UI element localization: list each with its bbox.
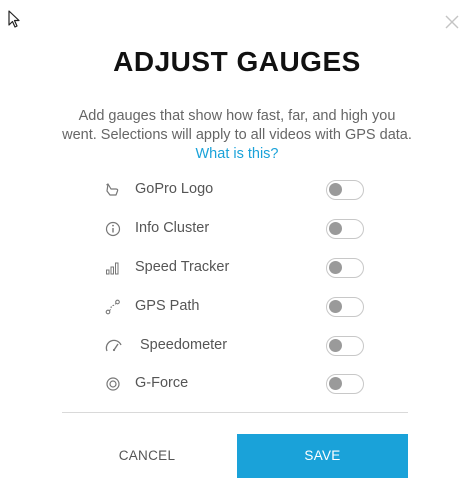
toggle-knob [329,300,342,313]
bar-chart-icon [106,262,119,275]
mouse-cursor-icon [8,10,20,28]
info-cluster-toggle[interactable] [326,219,364,239]
gauge-label: Speed Tracker [135,259,230,275]
what-is-this-link[interactable]: What is this? [196,145,279,164]
target-icon [106,377,120,391]
dialog-title: ADJUST GAUGES [113,46,361,77]
save-button[interactable]: SAVE [237,434,408,478]
cancel-button[interactable]: CANCEL [62,434,232,478]
toggle-knob [329,339,342,352]
adjust-gauges-dialog: ADJUST GAUGES Add gauges that show how f… [0,0,474,503]
gauge-row-info-cluster: Info Cluster [100,216,370,242]
gauge-row-g-force: G-Force [100,371,370,397]
gauge-label: GoPro Logo [135,181,214,197]
footer-divider [62,412,408,413]
gopro-logo-toggle[interactable] [326,180,364,200]
toggle-knob [329,222,342,235]
gauge-label: G-Force [135,375,189,391]
gauge-label: GPS Path [135,298,200,314]
toggle-knob [329,261,342,274]
close-icon[interactable] [442,12,462,32]
toggle-knob [329,183,342,196]
speedometer-toggle[interactable] [326,336,364,356]
dialog-description: Add gauges that show how fast, far, and … [60,107,414,164]
gps-path-icon [105,299,120,315]
description-line-1: Add gauges that show how fast, far, and … [78,108,396,124]
gauge-row-gopro-logo: GoPro Logo [100,177,370,203]
toggle-knob [329,377,342,390]
speedometer-icon [105,339,122,352]
description-line-2: went. Selections will apply to all video… [62,127,412,143]
g-force-toggle[interactable] [326,374,364,394]
gps-path-toggle[interactable] [326,297,364,317]
gauge-label: Info Cluster [135,220,210,236]
hand-point-icon [106,183,119,196]
gauge-label: Speedometer [140,337,228,353]
info-icon [105,221,121,237]
gauge-row-speed-tracker: Speed Tracker [100,255,370,281]
speed-tracker-toggle[interactable] [326,258,364,278]
gauge-row-gps-path: GPS Path [100,294,370,320]
gauge-row-speedometer: Speedometer [100,333,370,359]
